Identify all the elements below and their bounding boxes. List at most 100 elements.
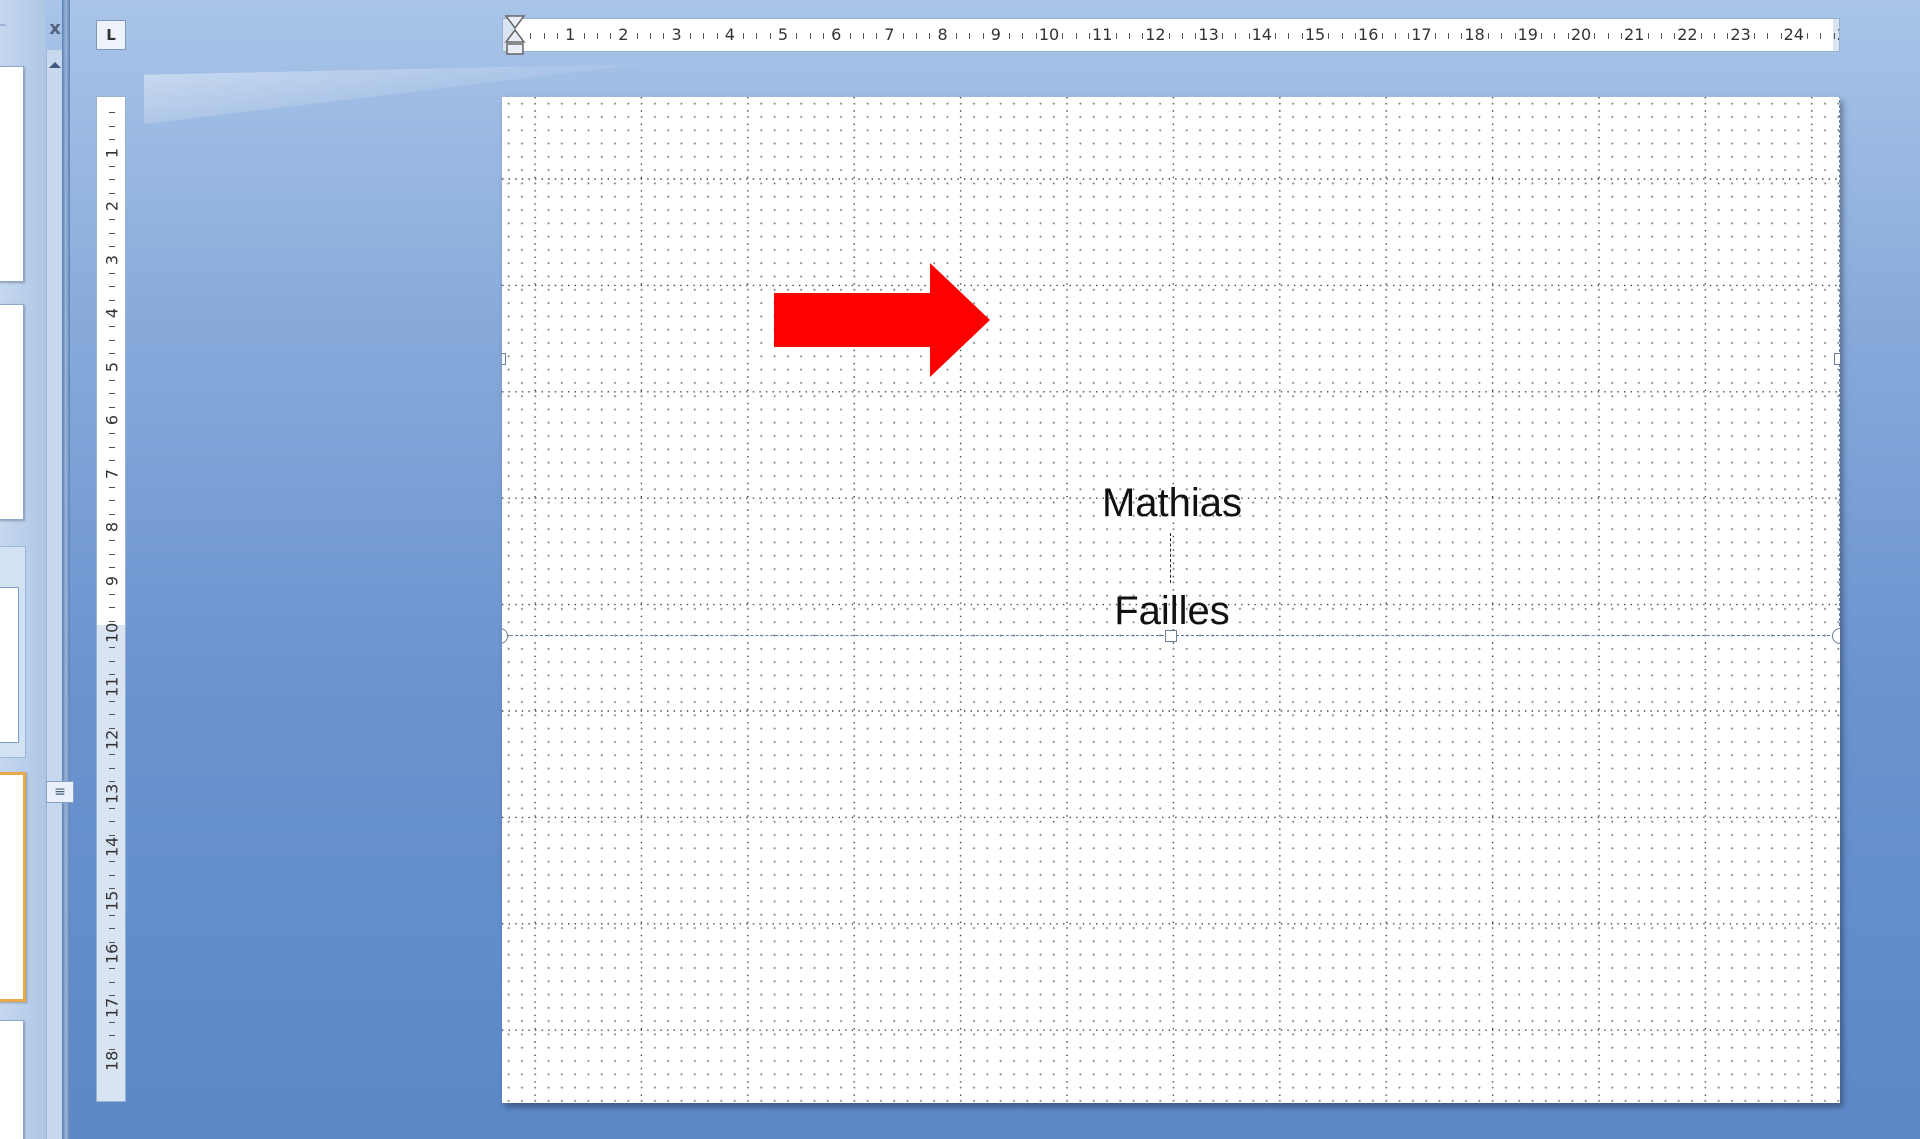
ruler-tick [109,727,115,729]
ruler-number: 10 [102,622,122,643]
ruler-tick [109,446,115,448]
ruler-number: 17 [102,997,122,1018]
ruler-tick [109,286,115,288]
ruler-tick [109,914,115,916]
ruler-tick [916,33,917,39]
resize-handle[interactable] [502,628,508,644]
ruler-tick [109,540,115,542]
ruler-tick [1182,33,1183,39]
ruler-number: 18 [1464,25,1485,44]
text-cursor-guide [1170,533,1172,583]
ruler-tick [109,299,115,301]
ruler-tick [109,874,115,876]
ruler-tick [556,33,558,39]
horizontal-ruler[interactable]: 1234567891011121314151617181920212223242… [502,18,1840,52]
ruler-tick [109,179,115,181]
ruler-tick [109,553,115,555]
ruler-number: 21 [1624,25,1645,44]
ruler-tick [109,460,115,462]
slide-thumbnail[interactable] [0,66,24,282]
ruler-number: 17 [1411,25,1432,44]
ruler-tick [1487,33,1489,39]
ruler-tick [109,500,115,502]
ruler-tick [109,674,115,676]
ruler-tick [109,1048,115,1050]
ruler-tick [1009,33,1011,39]
ruler-tick [1700,33,1702,39]
ruler-tick [743,33,745,39]
ruler-tick [1594,33,1596,39]
ruler-tick [1288,33,1290,39]
ruler-tick [1807,33,1809,39]
ruler-tick [109,232,115,234]
ruler-number: 22 [1677,25,1698,44]
ruler-tick [1567,33,1569,39]
slide-thumbnail-pane [0,0,46,1139]
ruler-tick [1767,33,1769,39]
scroll-up-icon[interactable] [49,62,61,68]
ruler-tick [109,834,115,836]
resize-handle[interactable] [502,353,506,365]
vertical-ruler[interactable]: 1 2 3 4 5 6 7 8 9 10 11 12 13 14 15 16 17 18 [96,96,126,1102]
ruler-number: 9 [990,25,1001,44]
ruler-tick [796,33,798,39]
ruler-number: 7 [102,468,122,479]
ruler-tick [109,607,115,609]
ruler-tick [1088,33,1090,39]
indent-marker-icon[interactable] [504,14,526,62]
splitter-grip-icon[interactable]: ≡ [46,781,74,803]
resize-handle[interactable] [1834,353,1840,365]
ruler-tick [1195,33,1197,39]
ruler-tick [109,567,115,569]
ruler-tick [1275,33,1277,39]
ruler-tick [689,33,691,39]
resize-handle[interactable] [1832,628,1840,644]
ruler-tick [1448,33,1449,39]
ruler-tick [109,781,115,783]
ruler-tick [109,246,115,248]
ruler-tick [1620,33,1622,39]
slide-thumbnail-hovered[interactable] [0,546,26,758]
ruler-number: 13 [1198,25,1219,44]
ruler-tick [929,33,931,39]
thumbnail-scrollbar[interactable] [46,50,63,1139]
ruler-number: 1 [102,147,122,158]
ruler-tick [1408,33,1410,39]
slide-thumbnail-selected[interactable] [0,772,26,1002]
ruler-tick [109,272,115,274]
ruler-tick [1674,33,1676,39]
slide-thumbnail[interactable] [0,1020,24,1139]
ruler-number: 4 [724,25,735,44]
slide-text-first-name[interactable]: Mathias [1102,481,1242,526]
ruler-tick [109,995,115,997]
ruler-number: 23 [1730,25,1751,44]
ruler-tick [109,486,115,488]
ruler-tick [1354,33,1356,39]
ruler-tick [1062,33,1064,39]
ruler-number: 16 [102,943,122,964]
ruler-tick [109,767,115,769]
ruler-tick [109,379,115,381]
ruler-tick [109,593,115,595]
ruler-tick [109,353,115,355]
ruler-tick [109,700,115,702]
ruler-number: 25 [1837,25,1839,44]
ruler-tick [109,714,115,716]
tab-selector-button[interactable]: L [96,20,126,50]
pane-splitter[interactable] [62,0,70,1139]
powerpoint-workspace: x ≡ L 1 2 3 4 5 6 7 8 9 10 11 12 13 14 15 16 17 18 19 20 21 2… [0,0,1920,1139]
ruler-tick [1780,33,1782,39]
ruler-number: 15 [1304,25,1326,44]
ruler-number: 6 [102,414,122,426]
ruler-tick [109,112,115,114]
slide-text-last-name[interactable]: Failles [1114,589,1230,634]
ruler-tick [610,33,612,39]
slide-thumbnail[interactable] [0,304,24,520]
ruler-tick [1235,33,1237,39]
ruler-tick [756,33,758,39]
slide-canvas[interactable]: Mathias Failles [502,97,1840,1103]
ruler-number: 15 [102,890,122,911]
ruler-tick [1075,33,1077,39]
ruler-tick [109,1035,115,1037]
ruler-number: 20 [1570,25,1592,44]
